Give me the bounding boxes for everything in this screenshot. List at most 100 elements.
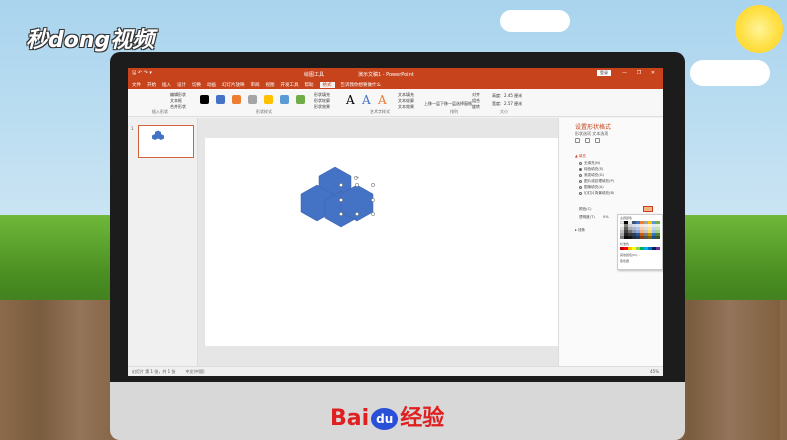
slide-number: 1: [131, 126, 134, 131]
status-slide-count: 幻灯片 第 1 张，共 1 张: [132, 368, 176, 374]
option-solid-fill[interactable]: 纯色填充(S): [579, 167, 603, 172]
quick-access-toolbar[interactable]: 🖫 ↶ ↷ ▾: [132, 70, 152, 78]
transparency-value[interactable]: 0%: [603, 215, 609, 219]
video-logo: 秒dong视频: [26, 28, 155, 53]
color-palette-popup: 主题颜色 标准色 其他颜色(M)... 取色器: [617, 214, 663, 270]
option-gradient-fill[interactable]: 渐变填充(G): [579, 173, 604, 178]
fill-section-header[interactable]: ▲ 填充: [575, 154, 586, 159]
thumbnail-hexagons: [152, 130, 164, 140]
format-shape-pane: 设置形状格式 形状选项 文本选项 ▲ 填充 无填充(N) 纯色填充(S) 渐变填…: [558, 118, 663, 366]
merge-shapes-button[interactable]: 合并形状: [170, 104, 186, 110]
slide-canvas[interactable]: ⟳: [205, 138, 561, 346]
theme-colors-label: 主题颜色: [620, 216, 633, 220]
zoom-level[interactable]: 45%: [650, 369, 659, 374]
option-label: 纯色填充(S): [584, 167, 604, 171]
slide-thumbnail-1[interactable]: [138, 125, 194, 158]
rotate-handle-icon: ⟳: [354, 175, 359, 182]
more-colors-option[interactable]: 其他颜色(M)...: [620, 253, 640, 257]
bring-forward-button[interactable]: 上移一层: [424, 101, 440, 107]
style-swatch-black[interactable]: [200, 95, 209, 104]
tell-me-search[interactable]: 告诉我你想要做什么: [341, 82, 382, 88]
slides-thumbnail-pane: 1: [128, 118, 198, 366]
baidu-logo-right: 经验: [400, 406, 445, 431]
group-wordart-styles: 艺术字样式: [370, 109, 390, 114]
tab-format[interactable]: 格式: [319, 81, 335, 88]
format-pane-title: 设置形状格式: [575, 124, 612, 131]
standard-colors-grid[interactable]: [620, 247, 660, 250]
tab-insert[interactable]: 插入: [162, 82, 171, 88]
tab-review[interactable]: 审阅: [251, 82, 260, 88]
tab-home[interactable]: 开始: [147, 82, 156, 88]
sun-decoration: [735, 5, 783, 53]
status-bar: 幻灯片 第 1 张，共 1 张 中文(中国) 45%: [128, 366, 663, 376]
text-effects-button[interactable]: 文本效果: [398, 104, 414, 110]
option-no-fill[interactable]: 无填充(N): [579, 161, 600, 166]
window-title: 演示文稿1 - PowerPoint: [358, 72, 414, 78]
group-size: 大小: [500, 109, 508, 114]
tab-transitions[interactable]: 切换: [192, 82, 201, 88]
selection-pane-button[interactable]: 选择窗格: [456, 101, 472, 107]
fill-line-icon[interactable]: [575, 138, 580, 143]
rotate-button[interactable]: 旋转: [472, 104, 480, 110]
wordart-style-orange[interactable]: A: [378, 93, 387, 107]
option-picture-fill[interactable]: 图片或纹理填充(P): [579, 179, 614, 184]
group-shape-styles: 形状样式: [256, 109, 272, 114]
shape-width-input[interactable]: 2.57 厘米: [504, 101, 522, 107]
theme-colors-grid[interactable]: [620, 221, 660, 239]
tab-slideshow[interactable]: 幻灯片放映: [222, 82, 245, 88]
shape-height-input[interactable]: 2.45 厘米: [504, 93, 522, 99]
style-swatch-blue[interactable]: [216, 95, 225, 104]
transparency-label: 透明度(T): [579, 215, 595, 219]
shape-width-label: 宽度:: [492, 101, 502, 106]
powerpoint-window: 🖫 ↶ ↷ ▾ 绘图工具 演示文稿1 - PowerPoint 登录 — ❐ ✕…: [128, 68, 663, 376]
option-background-fill[interactable]: 幻灯片背景填充(B): [579, 191, 614, 196]
ribbon-format: 编辑形状 文本框 合并形状 插入形状 形状样式 形状填充 形状轮廓 形状效果 A…: [128, 89, 663, 117]
tab-developer[interactable]: 开发工具: [281, 82, 299, 88]
context-tab-label: 绘图工具: [304, 72, 325, 78]
tab-animations[interactable]: 动画: [207, 82, 216, 88]
baidu-logo-left: Bai: [330, 406, 370, 431]
signin-button[interactable]: 登录: [597, 70, 611, 76]
wordart-style-blue[interactable]: A: [362, 93, 371, 107]
style-swatch-lightblue[interactable]: [280, 95, 289, 104]
title-bar: 🖫 ↶ ↷ ▾ 绘图工具 演示文稿1 - PowerPoint 登录 — ❐ ✕: [128, 68, 663, 80]
standard-colors-label: 标准色: [620, 242, 630, 246]
tab-help[interactable]: 帮助: [305, 82, 314, 88]
status-language: 中文(中国): [185, 368, 205, 374]
wordart-style-black[interactable]: A: [346, 93, 355, 107]
eyedropper-option[interactable]: 取色器: [620, 259, 629, 263]
option-label: 无填充(N): [584, 161, 601, 165]
shape-height-label: 高度:: [492, 93, 502, 98]
baidu-paw-icon: du: [371, 408, 399, 430]
tab-view[interactable]: 视图: [266, 82, 275, 88]
slide-editing-area: ⟳: [198, 118, 561, 366]
style-swatch-gray[interactable]: [248, 95, 257, 104]
window-controls[interactable]: — ❐ ✕: [622, 70, 659, 76]
size-properties-icon[interactable]: [595, 138, 600, 143]
effects-icon[interactable]: [585, 138, 590, 143]
baidu-jingyan-logo: Bai du 经验: [330, 400, 444, 432]
shape-effects-button[interactable]: 形状效果: [314, 104, 330, 110]
group-arrange: 排列: [450, 109, 458, 114]
option-label: 图片或纹理填充(P): [584, 179, 615, 183]
option-label: 图案填充(A): [584, 185, 604, 189]
tab-file[interactable]: 文件: [132, 82, 141, 88]
color-label: 颜色(C): [579, 207, 592, 211]
fill-color-dropdown[interactable]: [643, 206, 653, 212]
option-label: 渐变填充(G): [584, 173, 604, 177]
send-backward-button[interactable]: 下移一层: [440, 101, 456, 107]
format-pane-icon-row: [575, 138, 600, 143]
style-swatch-gold[interactable]: [264, 95, 273, 104]
hexagon-shapes[interactable]: ⟳: [205, 138, 561, 346]
tab-design[interactable]: 设计: [177, 82, 186, 88]
cloud: [500, 10, 570, 32]
style-swatch-green[interactable]: [296, 95, 305, 104]
ribbon-tabs: 文件 开始 插入 设计 切换 动画 幻灯片放映 审阅 视图 开发工具 帮助 格式…: [128, 80, 663, 89]
style-swatch-orange[interactable]: [232, 95, 241, 104]
group-insert-shapes: 插入形状: [152, 109, 168, 114]
cloud: [690, 60, 770, 86]
option-label: 幻灯片背景填充(B): [584, 191, 615, 195]
option-pattern-fill[interactable]: 图案填充(A): [579, 185, 604, 190]
line-section-header[interactable]: ▸ 线条: [575, 228, 585, 233]
format-pane-tabs[interactable]: 形状选项 文本选项: [575, 131, 608, 137]
